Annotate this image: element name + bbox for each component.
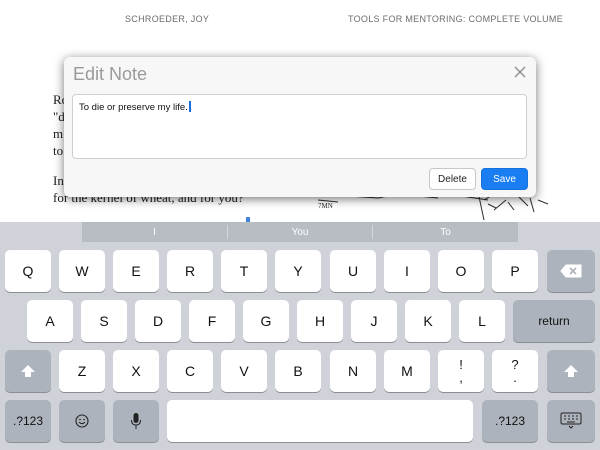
shift-icon (564, 365, 578, 377)
key-l[interactable]: L (459, 300, 505, 342)
key-k[interactable]: K (405, 300, 451, 342)
space-bar[interactable] (167, 400, 473, 442)
shift-key-left[interactable] (5, 350, 51, 392)
microphone-icon (131, 413, 141, 429)
key-x[interactable]: X (113, 350, 159, 392)
numbers-label: .?123 (12, 414, 44, 428)
hide-keyboard-key[interactable] (547, 400, 595, 442)
key-e[interactable]: E (113, 250, 159, 292)
suggestion-item[interactable]: To (373, 222, 518, 242)
key-c[interactable]: C (167, 350, 213, 392)
key-question-period[interactable]: ? . (492, 350, 538, 392)
save-button[interactable]: Save (481, 168, 528, 190)
key-n[interactable]: N (330, 350, 376, 392)
backspace-key[interactable] (547, 250, 595, 292)
suggestion-item[interactable]: You (228, 222, 372, 242)
numbers-key-right[interactable]: .?123 (482, 400, 538, 442)
key-exclamation-comma[interactable]: ! , (438, 350, 484, 392)
edit-note-dialog: Edit Note To die or preserve my life. De… (64, 57, 536, 197)
key-p[interactable]: P (492, 250, 538, 292)
emoji-key[interactable] (59, 400, 105, 442)
on-screen-keyboard: Q W E R T Y U I O P A S D F G H J K L re… (0, 242, 600, 450)
dialog-title: Edit Note (73, 64, 148, 84)
return-label: return (538, 314, 570, 328)
hide-keyboard-icon (560, 412, 582, 429)
key-b[interactable]: B (275, 350, 321, 392)
note-text-wrap: To die or preserve my life. (79, 101, 191, 113)
key-u[interactable]: U (330, 250, 376, 292)
dictation-key[interactable] (113, 400, 159, 442)
key-t[interactable]: T (221, 250, 267, 292)
shift-key-right[interactable] (547, 350, 595, 392)
key-j[interactable]: J (351, 300, 397, 342)
key-i[interactable]: I (384, 250, 430, 292)
key-z[interactable]: Z (59, 350, 105, 392)
emoji-icon (75, 414, 89, 428)
key-y[interactable]: Y (275, 250, 321, 292)
key-f[interactable]: F (189, 300, 235, 342)
keyboard-top-right (518, 222, 600, 242)
note-text-field[interactable]: To die or preserve my life. (72, 94, 527, 159)
note-text: To die or preserve my life. (79, 102, 188, 113)
backspace-icon (560, 264, 582, 278)
key-v[interactable]: V (221, 350, 267, 392)
key-r[interactable]: R (167, 250, 213, 292)
delete-button[interactable]: Delete (429, 168, 476, 190)
key-bottom-char: . (513, 370, 517, 385)
suggestion-item[interactable]: I (82, 222, 227, 242)
key-d[interactable]: D (135, 300, 181, 342)
key-q[interactable]: Q (5, 250, 51, 292)
suggestion-bar: I You To (82, 222, 518, 242)
text-caret (188, 101, 191, 112)
key-m[interactable]: M (384, 350, 430, 392)
numbers-key-left[interactable]: .?123 (5, 400, 51, 442)
key-w[interactable]: W (59, 250, 105, 292)
shift-icon (21, 365, 35, 377)
keyboard-top-left (0, 222, 82, 242)
return-key[interactable]: return (513, 300, 595, 342)
close-icon[interactable] (512, 64, 528, 80)
numbers-label: .?123 (494, 414, 526, 428)
key-h[interactable]: H (297, 300, 343, 342)
key-a[interactable]: A (27, 300, 73, 342)
key-s[interactable]: S (81, 300, 127, 342)
key-bottom-char: , (459, 370, 463, 385)
key-o[interactable]: O (438, 250, 484, 292)
key-g[interactable]: G (243, 300, 289, 342)
